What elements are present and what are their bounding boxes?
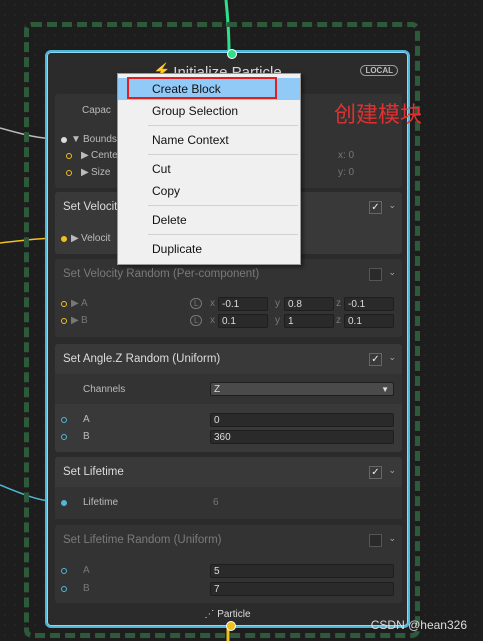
block-title: Set Angle.Z Random (Uniform) [63, 353, 221, 365]
enable-checkbox[interactable]: ✓ [369, 268, 382, 281]
set-lifetime-block[interactable]: Set Lifetime ✓ ⌄ Lifetime 6 [55, 457, 402, 519]
chevron-down-icon[interactable]: ⌄ [388, 352, 396, 363]
context-footer: ⋰ Particle [47, 609, 408, 620]
a-port[interactable] [61, 568, 67, 574]
block-title: Set Velocit [63, 201, 118, 213]
dropdown-arrow-icon: ▼ [381, 385, 389, 394]
b-label: B [83, 431, 90, 442]
velocity-port[interactable] [61, 236, 67, 242]
set-lifetime-header[interactable]: Set Lifetime ✓ ⌄ [55, 457, 402, 487]
b-label: B [81, 315, 88, 326]
b-x-field[interactable]: 0.1 [218, 314, 268, 328]
size-value: y: 0 [338, 167, 355, 178]
a-y-field[interactable]: 0.8 [284, 297, 334, 311]
space-toggle[interactable]: L [190, 315, 203, 326]
menu-separator [148, 125, 298, 126]
lifetime-random-block[interactable]: Set Lifetime Random (Uniform) ✓ ⌄ A 5 B … [55, 525, 402, 603]
z-label: z [336, 315, 341, 326]
expand-icon[interactable]: ▶ [81, 150, 89, 161]
flow-input-port[interactable] [227, 49, 237, 59]
x-label: x [210, 298, 215, 309]
enable-checkbox[interactable]: ✓ [369, 353, 382, 366]
context-menu: Create Block Group Selection Name Contex… [117, 73, 301, 265]
menu-item-cut[interactable]: Cut [118, 158, 300, 180]
b-label: B [83, 583, 90, 594]
a-x-field[interactable]: -0.1 [218, 297, 268, 311]
menu-separator [148, 154, 298, 155]
footer-label: Particle [217, 609, 251, 620]
chevron-down-icon[interactable]: ⌄ [388, 533, 396, 544]
x-label: x [210, 315, 215, 326]
space-toggle[interactable]: L [190, 298, 203, 309]
annotation-text: 创建模块 [334, 102, 423, 127]
watermark: CSDN @hean326 [370, 618, 467, 632]
menu-item-group-selection[interactable]: Group Selection [118, 100, 300, 122]
a-label: A [83, 414, 90, 425]
a-z-field[interactable]: -0.1 [344, 297, 394, 311]
y-label: y [275, 298, 280, 309]
angle-random-block[interactable]: Set Angle.Z Random (Uniform) ✓ ⌄ Channel… [55, 344, 402, 452]
a-port[interactable] [61, 301, 67, 307]
flow-output-port[interactable] [226, 621, 236, 631]
block-title: Set Velocity Random (Per-component) [63, 268, 260, 280]
lifetime-port[interactable] [61, 500, 67, 506]
block-title: Set Lifetime [63, 466, 124, 478]
channels-value: Z [214, 384, 221, 395]
menu-item-delete[interactable]: Delete [118, 209, 300, 231]
capacity-label: Capac [82, 105, 111, 116]
enable-checkbox[interactable]: ✓ [369, 466, 382, 479]
a-label: A [83, 565, 90, 576]
menu-item-copy[interactable]: Copy [118, 180, 300, 202]
lifetime-value: 6 [213, 497, 219, 508]
center-port[interactable] [66, 153, 72, 159]
angle-random-header[interactable]: Set Angle.Z Random (Uniform) ✓ ⌄ [55, 344, 402, 374]
enable-checkbox[interactable]: ✓ [369, 534, 382, 547]
bounds-port[interactable] [61, 137, 67, 143]
menu-separator [148, 234, 298, 235]
chevron-down-icon[interactable]: ⌄ [388, 465, 396, 476]
local-badge[interactable]: LOCAL [360, 65, 398, 76]
menu-item-duplicate[interactable]: Duplicate [118, 238, 300, 260]
b-port[interactable] [61, 586, 67, 592]
particle-icon: ⋰ [204, 609, 215, 620]
chevron-down-icon[interactable]: ⌄ [388, 267, 396, 278]
center-label: Cente [91, 150, 118, 161]
annotation-highlight-box [127, 77, 277, 99]
velocity-label: Velocit [81, 233, 111, 244]
size-label: Size [91, 167, 111, 178]
a-field[interactable]: 0 [210, 413, 394, 427]
center-value: x: 0 [338, 150, 355, 161]
b-port[interactable] [61, 434, 67, 440]
expand-icon[interactable]: ▶ [81, 167, 89, 178]
menu-separator [148, 205, 298, 206]
b-field[interactable]: 360 [210, 430, 394, 444]
z-label: z [336, 298, 341, 309]
bounds-label: Bounds [83, 134, 117, 145]
expand-icon[interactable]: ▶ [71, 233, 79, 244]
lifetime-random-header[interactable]: Set Lifetime Random (Uniform) ✓ ⌄ [55, 525, 402, 555]
a-label: A [81, 298, 88, 309]
block-title: Set Lifetime Random (Uniform) [63, 534, 222, 546]
b-z-field[interactable]: 0.1 [344, 314, 394, 328]
b-y-field[interactable]: 1 [284, 314, 334, 328]
velocity-random-block[interactable]: Set Velocity Random (Per-component) ✓ ⌄ … [55, 259, 402, 337]
y-label: y [275, 315, 280, 326]
expand-icon[interactable]: ▶ [71, 298, 79, 309]
channels-dropdown[interactable]: Z ▼ [210, 382, 394, 396]
expand-icon[interactable]: ▶ [71, 315, 79, 326]
size-port[interactable] [66, 170, 72, 176]
enable-checkbox[interactable]: ✓ [369, 201, 382, 214]
chevron-down-icon[interactable]: ⌄ [388, 200, 396, 211]
lifetime-label: Lifetime [83, 497, 119, 508]
b-port[interactable] [61, 318, 67, 324]
channels-label: Channels [83, 384, 126, 395]
a-field[interactable]: 5 [210, 564, 394, 578]
menu-item-name-context[interactable]: Name Context [118, 129, 300, 151]
a-port[interactable] [61, 417, 67, 423]
b-field[interactable]: 7 [210, 582, 394, 596]
bounds-expand-icon[interactable]: ▼ [71, 134, 81, 145]
